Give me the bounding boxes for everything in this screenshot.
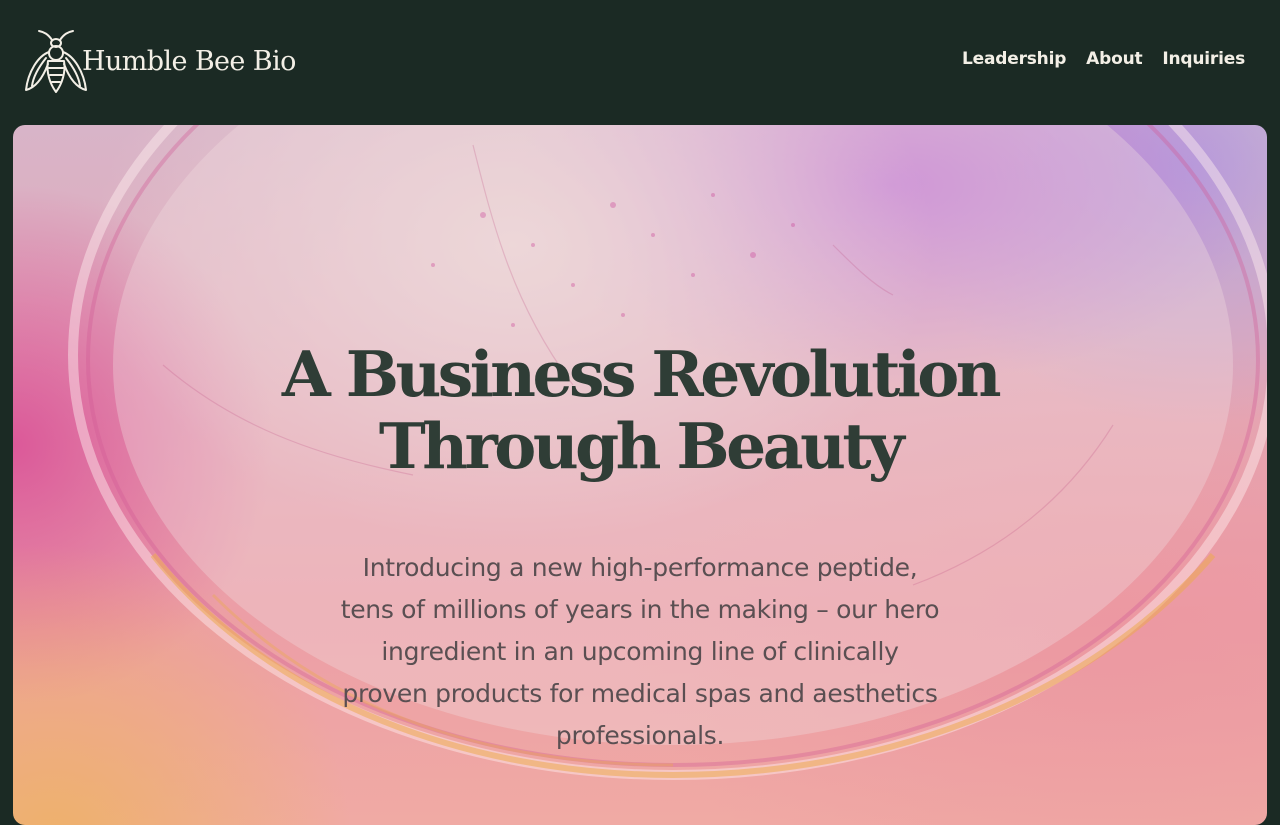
nav-item-inquiries[interactable]: Inquiries (1162, 49, 1245, 69)
hero-title-line-2: Through Beauty (378, 409, 905, 483)
nav-item-about[interactable]: About (1086, 49, 1142, 69)
hero-title: A Business Revolution Through Beauty (13, 338, 1267, 482)
brand-logo-link[interactable]: Humble Bee Bio (24, 28, 296, 96)
bee-icon (25, 30, 87, 93)
nav-item-leadership[interactable]: Leadership (962, 49, 1066, 69)
site-header: Humble Bee Bio Leadership About Inquirie… (0, 0, 1280, 125)
brand-name: Humble Bee Bio (82, 45, 296, 77)
main-nav: Leadership About Inquiries (962, 49, 1245, 69)
hero-title-line-1: A Business Revolution (281, 337, 1002, 411)
hero-section: A Business Revolution Through Beauty Int… (13, 125, 1267, 825)
hero-subtitle: Introducing a new high-performance pepti… (340, 553, 940, 750)
